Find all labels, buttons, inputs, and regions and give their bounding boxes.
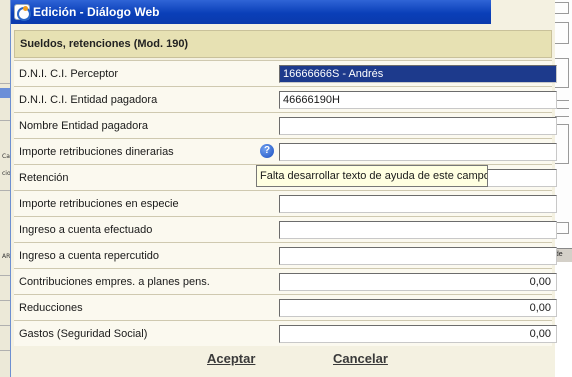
field-label: Retención [19, 172, 69, 184]
section-header: Sueldos, retenciones (Mod. 190) [14, 30, 552, 58]
field-label: D.N.I. C.I. Entidad pagadora [19, 94, 158, 106]
window-title: Edición - Diálogo Web [33, 5, 160, 19]
form-row-ingreso-efectuado: Ingreso a cuenta efectuado [14, 216, 557, 242]
ingreso-repercutido-field[interactable] [279, 247, 557, 265]
form-row-dni-perceptor: D.N.I. C.I. Perceptor 16666666S - Andrés [14, 60, 557, 86]
cancel-button[interactable]: Cancelar [333, 351, 388, 366]
field-label: Gastos (Seguridad Social) [19, 328, 148, 340]
form-row-gastos: Gastos (Seguridad Social) 0,00 [14, 320, 557, 346]
dni-entidad-field[interactable]: 46666190H [279, 91, 557, 109]
field-label: Ingreso a cuenta efectuado [19, 224, 153, 236]
field-label: Contribuciones empres. a planes pens. [19, 276, 210, 288]
section-title: Sueldos, retenciones (Mod. 190) [20, 38, 189, 50]
form-row-reducciones: Reducciones 0,00 [14, 294, 557, 320]
help-icon[interactable]: ? [260, 144, 274, 158]
form-row-retribuciones-dinerarias: Importe retribuciones dinerarias ? [14, 138, 557, 164]
field-value: 0,00 [529, 276, 551, 288]
contribuciones-field[interactable]: 0,00 [279, 273, 557, 291]
ingreso-efectuado-field[interactable] [279, 221, 557, 239]
form-row-dni-entidad: D.N.I. C.I. Entidad pagadora 46666190H [14, 86, 557, 112]
gastos-field[interactable]: 0,00 [279, 325, 557, 343]
dialog-actions: Aceptar Cancelar [14, 346, 552, 377]
ie-browser-icon [14, 4, 31, 21]
field-value: 16666666S - Andrés [283, 68, 384, 80]
retribuciones-especie-field[interactable] [279, 195, 557, 213]
edit-dialog: Edición - Diálogo Web Sueldos, retencion… [10, 0, 557, 377]
field-label: Nombre Entidad pagadora [19, 120, 149, 132]
field-value: 0,00 [529, 328, 551, 340]
accept-button[interactable]: Aceptar [207, 351, 255, 366]
field-label: Ingreso a cuenta repercutido [19, 250, 160, 262]
form-row-nombre-entidad: Nombre Entidad pagadora [14, 112, 557, 138]
title-bar[interactable]: Edición - Diálogo Web [11, 0, 491, 24]
field-value: 0,00 [529, 302, 551, 314]
retribuciones-dinerarias-field[interactable] [279, 143, 557, 161]
field-label: Importe retribuciones en especie [19, 198, 179, 210]
field-value: 46666190H [283, 94, 340, 106]
help-tooltip: Falta desarrollar texto de ayuda de este… [256, 165, 488, 187]
field-label: Importe retribuciones dinerarias [19, 146, 174, 158]
field-label: D.N.I. C.I. Perceptor [19, 68, 119, 80]
reducciones-field[interactable]: 0,00 [279, 299, 557, 317]
form-row-contribuciones: Contribuciones empres. a planes pens. 0,… [14, 268, 557, 294]
nombre-entidad-field[interactable] [279, 117, 557, 135]
form-row-ingreso-repercutido: Ingreso a cuenta repercutido [14, 242, 557, 268]
form-row-retribuciones-especie: Importe retribuciones en especie [14, 190, 557, 216]
field-label: Reducciones [19, 302, 83, 314]
dni-perceptor-field[interactable]: 16666666S - Andrés [279, 65, 557, 83]
